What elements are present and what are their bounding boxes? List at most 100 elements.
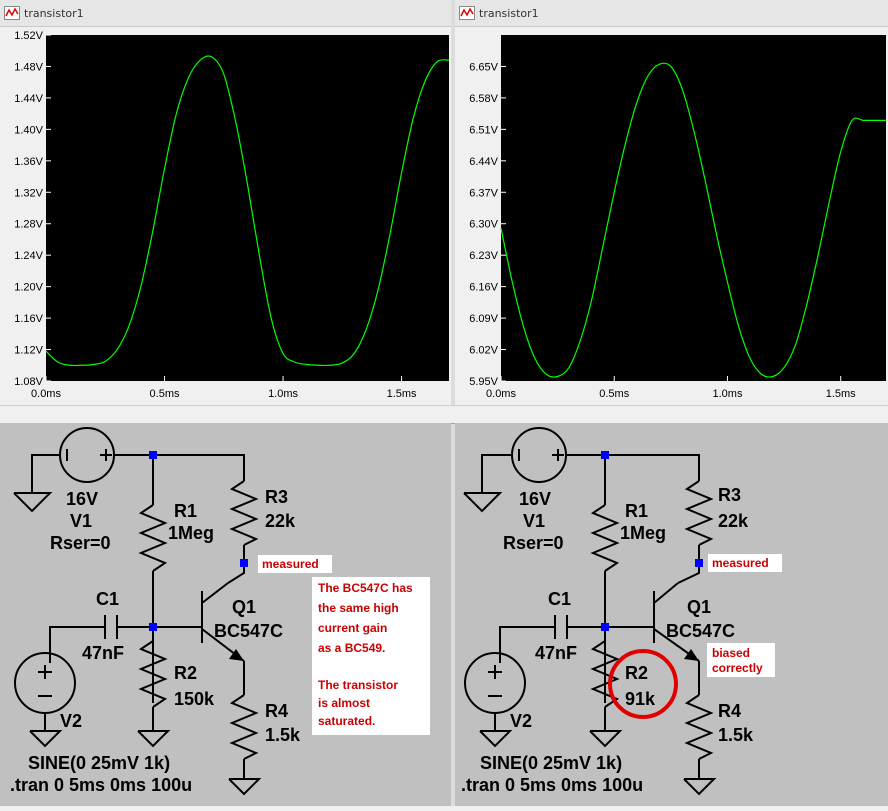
r3-value: 22k bbox=[265, 511, 296, 531]
note-line: The transistor bbox=[318, 678, 398, 692]
y-tick-label: 1.24V bbox=[14, 250, 43, 262]
waveform-icon bbox=[459, 6, 475, 20]
x-tick-label: 0.0ms bbox=[486, 388, 516, 400]
y-tick-label: 6.09V bbox=[469, 313, 498, 325]
x-tick-label: 1.0ms bbox=[712, 388, 742, 400]
y-tick-label: 6.02V bbox=[469, 345, 498, 357]
q1-model: BC547C bbox=[214, 621, 283, 641]
r4-name: R4 bbox=[265, 701, 288, 721]
x-tick-label: 1.0ms bbox=[268, 388, 298, 400]
y-tick-label: 1.36V bbox=[14, 156, 43, 168]
r3-name: R3 bbox=[265, 487, 288, 507]
note-line: biased bbox=[712, 646, 750, 660]
measured-label: measured bbox=[712, 556, 769, 570]
y-tick-label: 1.16V bbox=[14, 313, 43, 325]
note-line: saturated. bbox=[318, 714, 375, 728]
y-tick-label: 1.48V bbox=[14, 61, 43, 73]
y-tick-label: 6.65V bbox=[469, 61, 498, 73]
q1-model: BC547C bbox=[666, 621, 735, 641]
c1-value: 47nF bbox=[535, 643, 577, 663]
v1-value: 16V bbox=[66, 489, 98, 509]
title-bar[interactable]: transistor1 bbox=[455, 0, 888, 27]
schematic-left[interactable]: 16V V1 Rser=0 R1 1Meg R3 22k C1 47nF Q1 … bbox=[0, 423, 451, 806]
y-tick-label: 6.51V bbox=[469, 124, 498, 136]
v1-value: 16V bbox=[519, 489, 551, 509]
note-line: The BC547C has bbox=[318, 581, 413, 595]
waveform-icon bbox=[4, 6, 20, 20]
v2-source: SINE(0 25mV 1k) bbox=[28, 753, 170, 773]
r4-value: 1.5k bbox=[265, 725, 301, 745]
c1-name: C1 bbox=[96, 589, 119, 609]
window-title: transistor1 bbox=[24, 7, 84, 20]
note-line: current gain bbox=[318, 621, 387, 635]
r3-name: R3 bbox=[718, 485, 741, 505]
c1-value: 47nF bbox=[82, 643, 124, 663]
r3-value: 22k bbox=[718, 511, 749, 531]
note-line: the same high bbox=[318, 601, 399, 615]
y-tick-label: 5.95V bbox=[469, 376, 498, 388]
x-tick-label: 0.5ms bbox=[150, 388, 180, 400]
junction-node bbox=[149, 451, 157, 459]
y-tick-label: 1.12V bbox=[14, 345, 43, 357]
y-tick-label: 1.52V bbox=[14, 30, 43, 42]
v1-param: Rser=0 bbox=[50, 533, 111, 553]
schematic-right[interactable]: 16V V1 Rser=0 R1 1Meg R3 22k C1 47nF Q1 … bbox=[455, 423, 888, 806]
plot-window-right: transistor1 5.95V 6.02V 6.09V 6.16V 6.23V 6.3… bbox=[455, 0, 888, 405]
r1-name: R1 bbox=[174, 501, 197, 521]
r4-name: R4 bbox=[718, 701, 741, 721]
waveform-plot[interactable]: 1.08V 1.12V 1.16V 1.20V 1.24V 1.28V 1.32V 1.36V… bbox=[0, 27, 451, 405]
junction-node bbox=[601, 451, 609, 459]
schematic-canvas[interactable]: 16V V1 Rser=0 R1 1Meg R3 22k C1 47nF Q1 … bbox=[0, 423, 451, 806]
y-tick-label: 1.40V bbox=[14, 124, 43, 136]
r2-value: 91k bbox=[625, 689, 656, 709]
v2-name: V2 bbox=[510, 711, 532, 731]
title-bar[interactable]: transistor1 bbox=[0, 0, 451, 27]
y-tick-label: 6.23V bbox=[469, 250, 498, 262]
r1-value: 1Meg bbox=[620, 523, 666, 543]
schematic-canvas[interactable]: 16V V1 Rser=0 R1 1Meg R3 22k C1 47nF Q1 … bbox=[455, 423, 888, 806]
y-tick-label: 6.58V bbox=[469, 93, 498, 105]
y-tick-label: 6.37V bbox=[469, 187, 498, 199]
x-tick-label: 1.5ms bbox=[826, 388, 856, 400]
v2-name: V2 bbox=[60, 711, 82, 731]
q1-name: Q1 bbox=[232, 597, 256, 617]
v1-param: Rser=0 bbox=[503, 533, 564, 553]
r2-name: R2 bbox=[174, 663, 197, 683]
r2-name: R2 bbox=[625, 663, 648, 683]
note-line: as a BC549. bbox=[318, 641, 385, 655]
schematic-wires bbox=[463, 427, 717, 796]
r1-name: R1 bbox=[625, 501, 648, 521]
note-line: correctly bbox=[712, 661, 763, 675]
measured-node[interactable] bbox=[695, 559, 703, 567]
plot-area bbox=[46, 35, 449, 381]
q1-name: Q1 bbox=[687, 597, 711, 617]
x-tick-label: 1.5ms bbox=[387, 388, 417, 400]
y-tick-label: 1.20V bbox=[14, 282, 43, 294]
plot-window-left: transistor1 1.08V 1.12V 1.16V 1.20V 1.24V 1.2… bbox=[0, 0, 451, 405]
note-line: is almost bbox=[318, 696, 370, 710]
measured-node[interactable] bbox=[240, 559, 248, 567]
y-tick-label: 6.16V bbox=[469, 282, 498, 294]
y-tick-label: 1.08V bbox=[14, 376, 43, 388]
y-tick-label: 1.28V bbox=[14, 219, 43, 231]
y-tick-label: 6.44V bbox=[469, 156, 498, 168]
v1-name: V1 bbox=[70, 511, 92, 531]
window-title: transistor1 bbox=[479, 7, 539, 20]
sim-directive: .tran 0 5ms 0ms 100u bbox=[461, 775, 643, 795]
y-tick-label: 1.44V bbox=[14, 93, 43, 105]
waveform-plot[interactable]: 5.95V 6.02V 6.09V 6.16V 6.23V 6.30V 6.37V 6.44V… bbox=[455, 27, 888, 405]
sim-directive: .tran 0 5ms 0ms 100u bbox=[10, 775, 192, 795]
y-tick-label: 6.30V bbox=[469, 219, 498, 231]
measured-label: measured bbox=[262, 557, 319, 571]
junction-node bbox=[601, 623, 609, 631]
x-tick-label: 0.0ms bbox=[31, 388, 61, 400]
c1-name: C1 bbox=[548, 589, 571, 609]
pane-divider[interactable] bbox=[0, 405, 888, 424]
v2-source: SINE(0 25mV 1k) bbox=[480, 753, 622, 773]
v1-name: V1 bbox=[523, 511, 545, 531]
r1-value: 1Meg bbox=[168, 523, 214, 543]
y-tick-label: 1.32V bbox=[14, 187, 43, 199]
r4-value: 1.5k bbox=[718, 725, 754, 745]
x-tick-label: 0.5ms bbox=[599, 388, 629, 400]
schematic-wires bbox=[13, 427, 262, 796]
